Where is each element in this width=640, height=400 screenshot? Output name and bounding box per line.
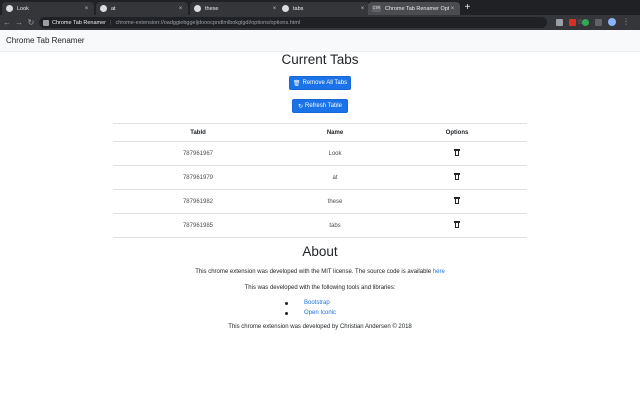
tools-paragraph: This was developed with the following to… <box>244 285 396 291</box>
column-header-name: Name <box>283 123 387 142</box>
globe-icon <box>282 5 289 12</box>
browser-tab-label: Look <box>17 5 29 12</box>
refresh-table-label: Refresh Table <box>305 103 342 109</box>
table-row: 787961985 tabs <box>113 213 527 238</box>
browser-tab[interactable]: these × <box>190 2 282 15</box>
source-code-link[interactable]: here <box>433 269 445 275</box>
list-item: Bootstrap <box>285 298 405 308</box>
address-bar-url[interactable]: chrome-extension://oadggiebggeljdooocpnd… <box>115 20 300 26</box>
open-iconic-link[interactable]: Open Iconic <box>304 310 336 316</box>
extension-icon <box>43 19 49 26</box>
license-text: This chrome extension was developed with… <box>195 269 432 275</box>
browser-tab-label: Chrome Tab Renamer Options <box>385 5 449 12</box>
menu-icon[interactable]: ⋮ <box>622 18 630 26</box>
refresh-icon: ↻ <box>298 103 304 110</box>
tab-id-cell: 787961979 <box>113 165 283 190</box>
browser-tab-active[interactable]: CTR Chrome Tab Renamer Options × <box>368 2 460 15</box>
browser-tab[interactable]: at × <box>96 2 188 15</box>
remove-all-tabs-button[interactable]: 🗑 Remove All Tabs <box>289 76 351 90</box>
trash-icon[interactable] <box>454 173 460 180</box>
close-icon[interactable]: × <box>83 6 90 12</box>
bullet-icon <box>285 301 288 305</box>
extension-icon[interactable] <box>569 18 576 26</box>
close-icon[interactable]: × <box>177 6 184 12</box>
close-icon[interactable]: × <box>359 6 366 12</box>
bootstrap-link[interactable]: Bootstrap <box>304 300 330 306</box>
browser-toolbar: ← → ↻ Chrome Tab Renamer | chrome-extens… <box>0 15 640 30</box>
tab-id-cell: 787961967 <box>113 141 283 166</box>
options-cell <box>387 189 527 214</box>
remove-all-tabs-label: Remove All Tabs <box>302 80 348 86</box>
browser-tab[interactable]: tabs × <box>278 2 370 15</box>
browser-tab-label: these <box>205 5 219 12</box>
tab-name-cell: these <box>283 189 387 214</box>
browser-tab-strip: Look × at × these × tabs × CTR Chrome Ta… <box>0 0 640 15</box>
globe-icon <box>194 5 201 12</box>
address-bar-separator: | <box>110 19 112 26</box>
page-navbar: Chrome Tab Renamer <box>0 30 640 52</box>
table-row: 787961979 at <box>113 165 527 190</box>
close-icon[interactable]: × <box>271 6 278 12</box>
options-cell <box>387 141 527 166</box>
ctr-icon: CTR <box>372 5 381 12</box>
reload-icon[interactable]: ↻ <box>26 18 36 28</box>
tab-id-cell: 787961985 <box>113 213 283 238</box>
browser-tab-label: tabs <box>293 5 304 12</box>
options-cell <box>387 165 527 190</box>
current-tabs-heading: Current Tabs <box>281 52 359 67</box>
back-icon[interactable]: ← <box>2 18 12 28</box>
trash-icon[interactable] <box>454 149 460 156</box>
license-paragraph: This chrome extension was developed with… <box>0 269 640 275</box>
extension-icon[interactable] <box>556 18 563 26</box>
tab-id-cell: 787961982 <box>113 189 283 214</box>
options-cell <box>387 213 527 238</box>
column-header-options: Options <box>387 123 527 142</box>
profile-avatar-icon[interactable] <box>608 18 616 26</box>
list-item: Open Iconic <box>285 308 405 318</box>
refresh-table-button[interactable]: ↻ Refresh Table <box>292 99 348 113</box>
tools-list: Bootstrap Open Iconic <box>285 298 405 318</box>
trash-icon[interactable] <box>454 221 460 228</box>
close-icon[interactable]: × <box>449 6 456 12</box>
trash-icon: 🗑 <box>292 80 301 87</box>
tab-name-cell: tabs <box>283 213 387 238</box>
tab-name-cell: at <box>283 165 387 190</box>
table-row: 787961982 these <box>113 189 527 214</box>
table-header-row: TabId Name Options <box>113 123 527 142</box>
browser-tab[interactable]: Look × <box>2 2 94 15</box>
extension-icon[interactable] <box>595 18 602 26</box>
trash-icon[interactable] <box>454 197 460 204</box>
about-heading: About <box>302 244 338 259</box>
extension-icons: ⋮ <box>556 18 630 26</box>
extension-icon[interactable] <box>582 18 589 26</box>
new-tab-button[interactable]: + <box>463 3 472 13</box>
table-row: 787961967 Look <box>113 141 527 166</box>
navbar-brand[interactable]: Chrome Tab Renamer <box>6 36 85 45</box>
bullet-icon <box>285 311 288 315</box>
footer-credit: This chrome extension was developed by C… <box>228 324 412 330</box>
address-bar-origin: Chrome Tab Renamer <box>52 19 107 26</box>
address-bar[interactable]: Chrome Tab Renamer | chrome-extension://… <box>39 17 583 28</box>
browser-tab-label: at <box>111 5 116 12</box>
tabs-table: TabId Name Options 787961967 Look 787961… <box>113 123 527 238</box>
globe-icon <box>6 5 13 12</box>
forward-icon[interactable]: → <box>14 18 24 28</box>
column-header-tabid: TabId <box>113 123 283 142</box>
tab-name-cell: Look <box>283 141 387 166</box>
globe-icon <box>100 5 107 12</box>
